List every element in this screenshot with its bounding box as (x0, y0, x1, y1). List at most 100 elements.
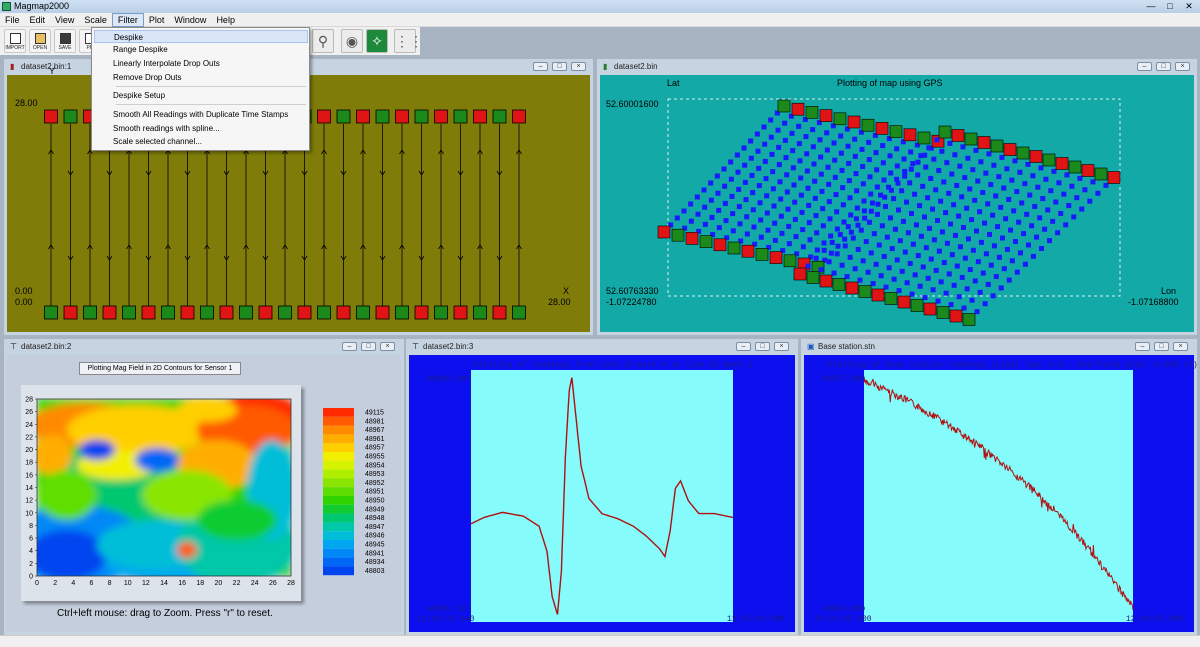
gps-marker[interactable] (833, 112, 847, 126)
gps-marker[interactable] (845, 281, 859, 295)
maximize-icon[interactable]: □ (1161, 1, 1179, 12)
line-end-marker[interactable] (336, 109, 351, 124)
contour-svg[interactable]: 28262422201816141210864200 2 4 6 8 10 12 14 16 18… (7, 355, 401, 635)
gps-marker[interactable] (875, 122, 889, 135)
gps-marker[interactable] (1042, 153, 1056, 167)
line-start-marker[interactable] (44, 305, 58, 320)
window-maximize-button[interactable]: □ (552, 62, 567, 71)
base-station-plot[interactable]: Plotting of base station readings (Limit… (804, 355, 1198, 635)
menu-item-remove-drop-outs[interactable]: Remove Drop Outs (94, 71, 308, 84)
gps-marker[interactable] (1107, 171, 1121, 184)
grid-button[interactable]: ⋮⋮ (394, 29, 423, 53)
line-end-marker[interactable] (317, 109, 331, 124)
line-start-marker[interactable] (141, 305, 156, 320)
save-button[interactable]: SAVE (54, 29, 76, 53)
line-start-marker[interactable] (453, 305, 468, 320)
line-end-marker[interactable] (453, 109, 468, 124)
window-maximize-button[interactable]: □ (1156, 62, 1171, 71)
gps-marker[interactable] (910, 299, 924, 312)
gps-marker[interactable] (657, 225, 671, 239)
gps-marker[interactable] (713, 238, 727, 252)
line-end-marker[interactable] (492, 109, 507, 124)
gps-marker[interactable] (819, 274, 833, 288)
window-close-button[interactable]: × (774, 342, 789, 351)
profile-svg[interactable]: Plotting of readings from Line 12 mark 0… (409, 355, 795, 635)
menu-file[interactable]: File (0, 13, 25, 27)
gps-marker[interactable] (755, 248, 769, 261)
menu-item-range-despike[interactable]: Range Despike (94, 43, 308, 56)
gps-marker[interactable] (806, 271, 820, 284)
gps-marker[interactable] (1029, 150, 1043, 163)
menu-item-interpolate-drop-outs[interactable]: Linearly Interpolate Drop Outs (94, 57, 308, 70)
open-button[interactable]: OPEN (29, 29, 51, 53)
fit-view-button[interactable]: ✧ (366, 29, 388, 53)
gps-marker[interactable] (884, 292, 898, 305)
menu-item-despike[interactable]: Despike (94, 30, 308, 43)
gps-marker[interactable] (938, 125, 952, 139)
gps-marker[interactable] (783, 254, 797, 268)
line-start-marker[interactable] (102, 305, 117, 320)
gps-marker[interactable] (861, 118, 875, 132)
gps-marker[interactable] (1016, 146, 1030, 160)
gps-marker[interactable] (685, 232, 699, 245)
line-start-marker[interactable] (492, 305, 507, 320)
menu-item-smooth-spline[interactable]: Smooth readings with spline... (94, 122, 308, 135)
base-station-svg[interactable]: Plotting of base station readings (Limit… (804, 355, 1198, 635)
zoom-button[interactable]: ⚲ (312, 29, 334, 53)
line-start-marker[interactable] (297, 305, 312, 320)
gps-marker[interactable] (1055, 157, 1069, 170)
window-close-button[interactable]: × (1173, 342, 1188, 351)
line-start-marker[interactable] (122, 305, 136, 320)
line-start-marker[interactable] (356, 305, 370, 320)
gps-marker[interactable] (990, 139, 1004, 153)
gps-marker[interactable] (871, 288, 885, 302)
gps-marker[interactable] (769, 251, 783, 264)
import-button[interactable]: IMPORT (4, 29, 26, 53)
gps-marker[interactable] (847, 115, 861, 129)
gps-marker[interactable] (917, 131, 931, 145)
line-start-marker[interactable] (200, 305, 214, 320)
profile-plot[interactable]: Plotting of readings from Line 12 mark 0… (409, 355, 795, 632)
contour-map[interactable] (7, 393, 302, 585)
window-minimize-button[interactable]: – (342, 342, 357, 351)
line-start-marker[interactable] (395, 305, 409, 320)
line-start-marker[interactable] (414, 305, 429, 320)
line-start-marker[interactable] (180, 305, 195, 320)
menu-item-scale-channel[interactable]: Scale selected channel... (94, 135, 308, 148)
line-start-marker[interactable] (239, 305, 253, 320)
gps-marker[interactable] (819, 109, 833, 122)
gps-map-svg[interactable]: Plotting of map using GPS Lat Lon 52.600… (600, 75, 1194, 335)
line-end-marker[interactable] (414, 109, 429, 124)
line-end-marker[interactable] (44, 109, 58, 124)
line-end-marker[interactable] (473, 109, 487, 124)
line-start-marker[interactable] (278, 305, 292, 320)
window-close-button[interactable]: × (1175, 62, 1190, 71)
window-minimize-button[interactable]: – (533, 62, 548, 71)
window-maximize-button[interactable]: □ (755, 342, 770, 351)
gps-marker[interactable] (1081, 164, 1095, 177)
line-start-marker[interactable] (336, 305, 351, 320)
gps-marker[interactable] (793, 267, 807, 281)
menu-scale[interactable]: Scale (79, 13, 112, 27)
gps-marker[interactable] (923, 302, 937, 316)
line-end-marker[interactable] (356, 109, 370, 124)
gps-marker[interactable] (936, 306, 950, 319)
minimize-icon[interactable]: — (1142, 1, 1160, 12)
line-end-marker[interactable] (375, 109, 390, 124)
gps-marker[interactable] (964, 132, 978, 146)
line-start-marker[interactable] (161, 305, 175, 320)
line-end-marker[interactable] (63, 109, 78, 124)
gps-marker[interactable] (1068, 160, 1082, 174)
reset-view-button[interactable]: ◉ (341, 29, 363, 53)
menu-item-despike-setup[interactable]: Despike Setup (94, 89, 308, 102)
gps-marker[interactable] (741, 244, 755, 258)
gps-marker[interactable] (777, 99, 791, 113)
gps-marker[interactable] (977, 136, 991, 149)
gps-marker[interactable] (791, 102, 805, 116)
line-start-marker[interactable] (219, 305, 234, 320)
gps-marker[interactable] (1003, 143, 1017, 156)
gps-marker[interactable] (897, 295, 911, 309)
gps-marker[interactable] (671, 228, 685, 242)
line-start-marker[interactable] (83, 305, 97, 320)
line-start-marker[interactable] (317, 305, 331, 320)
